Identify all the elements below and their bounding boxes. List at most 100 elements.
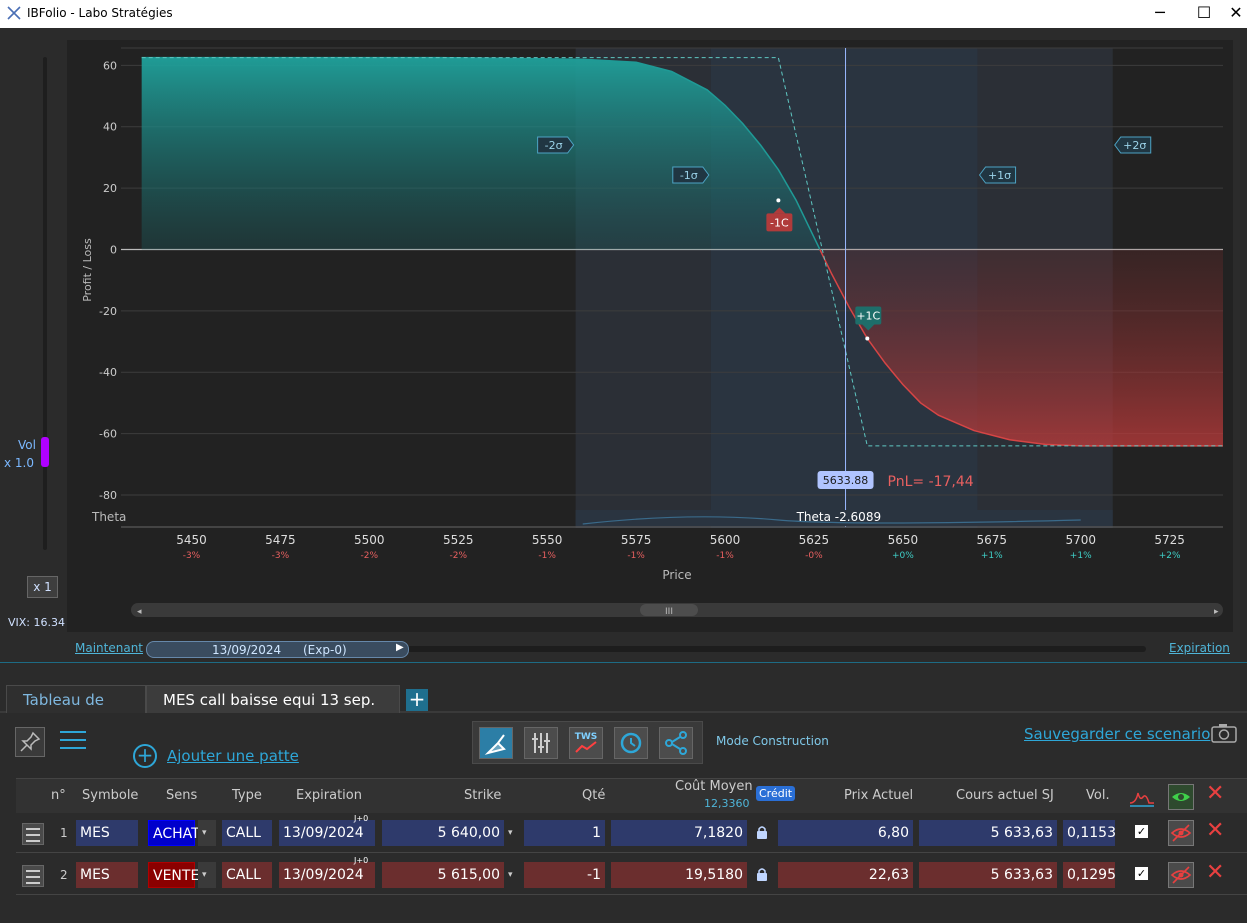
symbol-field[interactable]: MES [76, 862, 138, 888]
side-dropdown-icon[interactable]: ▾ [198, 862, 216, 888]
tab-strategy[interactable]: MES call baisse equi 13 sep. 24 [146, 685, 400, 737]
type-field[interactable]: CALL [222, 820, 272, 846]
sigma-tag-label: +2σ [1123, 139, 1146, 152]
add-leg-button[interactable]: + Ajouter une patte [133, 744, 299, 768]
header-side: Sens [166, 788, 198, 803]
curve-toggle-icon[interactable] [1129, 787, 1155, 807]
row-drag-handle[interactable] [22, 823, 44, 845]
show-all-button[interactable] [1168, 784, 1194, 810]
pin-button[interactable] [15, 727, 45, 757]
leg-row: 1 MES ACHAT ▾ CALL 13/09/2024 J+0 5 640,… [16, 813, 1247, 853]
delete-leg-button[interactable]: ✕ [1206, 818, 1224, 843]
vol-field[interactable]: 0,1295 [1063, 862, 1116, 888]
lock-icon[interactable] [756, 825, 768, 839]
qty-field[interactable]: 1 [524, 820, 605, 846]
minimize-button[interactable]: ─ [1137, 2, 1183, 26]
avg-cost-field[interactable]: 7,1820 [611, 820, 747, 846]
current-price-value: 5633.88 [823, 474, 869, 487]
type-field[interactable]: CALL [222, 862, 272, 888]
history-mode-button[interactable] [614, 727, 648, 759]
save-scenario-link[interactable]: Sauvegarder ce scenario [1024, 725, 1210, 743]
hide-leg-button[interactable] [1168, 820, 1194, 846]
app-logo-icon [7, 6, 21, 20]
x-tick-pct-label: -1% [538, 551, 556, 561]
expiration-link[interactable]: Expiration [1169, 641, 1230, 655]
row-drag-handle[interactable] [22, 865, 44, 887]
header-n: n° [51, 788, 66, 803]
title-bar: IBFolio - Labo Stratégies ─ ☐ ✕ [0, 0, 1247, 28]
delete-all-button[interactable]: ✕ [1206, 781, 1224, 806]
zoom-reset-button[interactable]: x 1 [27, 576, 58, 598]
history-icon [620, 732, 642, 754]
maximize-button[interactable]: ☐ [1181, 2, 1227, 26]
menu-button[interactable] [60, 731, 86, 753]
tws-mode-button[interactable]: TWS [569, 727, 603, 759]
expiration-field[interactable]: 13/09/2024 [279, 862, 375, 888]
leg-point [776, 198, 781, 203]
vol-multiplier: x 1.0 [4, 456, 34, 470]
symbol-field[interactable]: MES [76, 820, 138, 846]
pnl-readout: PnL= -17,44 [888, 474, 974, 490]
leg-marker-label: -1C [770, 216, 789, 229]
pin-icon [20, 731, 41, 752]
header-type: Type [232, 788, 262, 803]
hide-leg-button[interactable] [1168, 862, 1194, 888]
x-tick-pct-label: -1% [716, 551, 734, 561]
y-tick-label: -40 [99, 366, 117, 379]
camera-icon[interactable] [1211, 723, 1237, 743]
add-tab-button[interactable]: + [406, 689, 428, 711]
legs-table-header: n° Symbole Sens Type Expiration Strike Q… [16, 778, 1247, 814]
side-dropdown-icon[interactable]: ▾ [198, 820, 216, 846]
close-window-button[interactable]: ✕ [1225, 2, 1247, 26]
qty-field[interactable]: -1 [524, 862, 605, 888]
vol-slider-handle[interactable] [41, 437, 49, 467]
strike-dropdown-icon[interactable]: ▾ [504, 862, 518, 888]
lock-icon[interactable] [756, 867, 768, 881]
days-to-exp-tag: J+0 [354, 814, 369, 823]
adjust-mode-button[interactable] [524, 727, 558, 759]
tab-dashboard[interactable]: Tableau de bord [6, 685, 146, 737]
x-tick-label: 5525 [443, 533, 474, 547]
vol-field[interactable]: 0,1153 [1063, 820, 1116, 846]
strike-dropdown-icon[interactable]: ▾ [504, 820, 518, 846]
x-tick-label: 5625 [799, 533, 830, 547]
svg-text:TWS: TWS [575, 732, 598, 742]
header-underlying: Cours actuel SJ [956, 788, 1054, 803]
play-icon: ▶ [396, 642, 404, 653]
share-mode-button[interactable] [659, 727, 693, 759]
add-circle-icon: + [133, 744, 157, 768]
now-link[interactable]: Maintenant [75, 641, 143, 655]
time-slider-handle[interactable]: 13/09/2024 (Exp-0) ▶ [146, 641, 409, 658]
header-symbol: Symbole [82, 788, 139, 803]
strike-field[interactable]: 5 615,00 [382, 862, 504, 888]
x-tick-pct-label: -2% [449, 551, 467, 561]
strike-field[interactable]: 5 640,00 [382, 820, 504, 846]
expiration-field[interactable]: 13/09/2024 [279, 820, 375, 846]
side-select[interactable]: VENTE [148, 862, 199, 888]
trowel-icon [484, 734, 506, 755]
y-tick-label: -60 [99, 428, 117, 441]
timeline-date: 13/09/2024 [212, 643, 282, 657]
timeline-exp: (Exp-0) [303, 643, 347, 657]
panel-splitter[interactable] [0, 662, 1247, 666]
delete-leg-button[interactable]: ✕ [1206, 860, 1224, 885]
side-select[interactable]: ACHAT [148, 820, 200, 846]
avg-cost-field[interactable]: 19,5180 [611, 862, 747, 888]
x-tick-label: 5675 [977, 533, 1008, 547]
scroll-grip-icon: III [665, 607, 673, 617]
pnl-chart[interactable]: -2σ -1σ +1σ +2σ 5633.88 PnL= -17,44 -1C +1C Thet… [67, 40, 1233, 632]
vol-slider-track[interactable] [43, 57, 47, 550]
sigma-tag-label: +1σ [988, 169, 1011, 182]
x-tick-pct-label: +1% [981, 551, 1003, 561]
build-mode-button[interactable] [479, 727, 513, 759]
y-tick-label: -20 [99, 305, 117, 318]
x-tick-label: 5725 [1154, 533, 1185, 547]
include-checkbox[interactable]: ✓ [1135, 867, 1148, 880]
include-checkbox[interactable]: ✓ [1135, 825, 1148, 838]
mode-button-group: TWS [472, 721, 703, 764]
eye-off-icon [1170, 824, 1192, 842]
credit-badge[interactable]: Crédit [756, 786, 796, 801]
x-tick-pct-label: -3% [272, 551, 290, 561]
scroll-right-icon[interactable]: ▸ [1214, 607, 1219, 617]
scroll-left-icon[interactable]: ◂ [137, 607, 142, 617]
